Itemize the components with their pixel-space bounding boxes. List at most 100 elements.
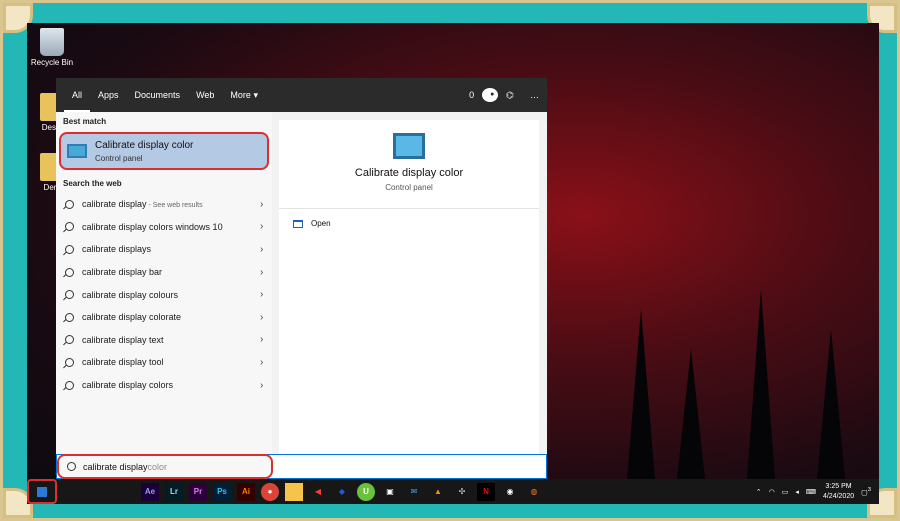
vlc-icon[interactable]: ▲ bbox=[429, 483, 447, 501]
web-result-text: calibrate displays bbox=[82, 244, 152, 255]
blender-icon[interactable]: ◍ bbox=[525, 483, 543, 501]
decorative-frame: Recycle Bin Deskt Dem All Apps Documents… bbox=[0, 0, 900, 521]
store-icon[interactable]: ▣ bbox=[381, 483, 399, 501]
search-box[interactable]: calibrate display color bbox=[56, 454, 547, 479]
best-match-result[interactable]: Calibrate display color Control panel bbox=[59, 132, 269, 170]
chevron-right-icon[interactable]: › bbox=[260, 357, 272, 368]
illustrator-icon[interactable]: Ai bbox=[237, 482, 255, 501]
chat-icon[interactable]: ◉ bbox=[501, 483, 519, 501]
chevron-right-icon[interactable]: › bbox=[260, 334, 272, 345]
search-input[interactable]: calibrate display color bbox=[57, 454, 273, 479]
web-result-item[interactable]: calibrate display colors › bbox=[56, 374, 272, 397]
web-result-item[interactable]: calibrate display bar › bbox=[56, 261, 272, 284]
wallpaper-tree bbox=[627, 309, 655, 479]
web-result-text: calibrate display tool bbox=[82, 357, 164, 368]
wallpaper-tree bbox=[677, 349, 705, 479]
search-icon bbox=[65, 199, 74, 209]
notification-icon[interactable]: ▢3 bbox=[861, 487, 871, 496]
preview-title: Calibrate display color bbox=[354, 167, 464, 179]
best-match-name: Calibrate display color bbox=[95, 139, 194, 151]
more-options-icon[interactable]: … bbox=[522, 90, 547, 100]
recycle-bin-icon-glyph bbox=[40, 28, 64, 56]
tab-documents[interactable]: Documents bbox=[127, 78, 189, 112]
chevron-right-icon[interactable]: › bbox=[260, 312, 272, 323]
feedback-icon[interactable]: ⌬ bbox=[498, 90, 522, 101]
open-icon bbox=[293, 219, 303, 228]
preview-category: Control panel bbox=[385, 183, 433, 192]
rewards-points: 0 bbox=[469, 90, 475, 100]
results-list: Best match Calibrate display color Contr… bbox=[56, 112, 272, 474]
web-result-suffix: - See web results bbox=[146, 202, 203, 210]
web-result-item[interactable]: calibrate display - See web results › bbox=[56, 193, 272, 216]
web-result-item[interactable]: calibrate display tool › bbox=[56, 351, 272, 374]
web-result-item[interactable]: calibrate display text › bbox=[56, 329, 272, 352]
netflix-icon[interactable]: N bbox=[477, 482, 495, 501]
desktop-screen: Recycle Bin Deskt Dem All Apps Documents… bbox=[27, 23, 879, 504]
rewards-badge-icon[interactable]: ● bbox=[482, 88, 499, 102]
chevron-right-icon[interactable]: › bbox=[260, 267, 272, 278]
calibrate-display-large-icon bbox=[393, 133, 425, 159]
best-match-heading: Best match bbox=[63, 117, 107, 126]
taskbar: Ae Lr Pr Ps Ai ● ◀ ◆ U ▣ ✉ ▲ ✣ N ◉ ◍ ⌃ ◠ bbox=[27, 479, 879, 504]
recycle-bin-icon[interactable]: Recycle Bin bbox=[27, 28, 77, 67]
wallpaper-tree bbox=[817, 329, 845, 479]
search-icon bbox=[65, 244, 74, 254]
web-result-item[interactable]: calibrate display colorate › bbox=[56, 306, 272, 329]
search-icon bbox=[65, 312, 74, 322]
recycle-bin-label: Recycle Bin bbox=[30, 58, 74, 67]
after-effects-icon[interactable]: Ae bbox=[141, 482, 159, 501]
photoshop-icon[interactable]: Ps bbox=[213, 482, 231, 501]
chevron-down-icon: ▾ bbox=[253, 90, 258, 100]
web-result-item[interactable]: calibrate display colours › bbox=[56, 283, 272, 306]
mail-icon[interactable]: ✉ bbox=[405, 483, 423, 501]
result-preview-pane: Calibrate display color Control panel Op… bbox=[279, 120, 539, 474]
web-result-text: calibrate display colorate bbox=[82, 312, 182, 323]
open-action[interactable]: Open bbox=[279, 219, 539, 228]
chevron-right-icon[interactable]: › bbox=[260, 289, 272, 300]
web-result-item[interactable]: calibrate display colors windows 10 › bbox=[56, 216, 272, 239]
volume-icon[interactable]: ◂ bbox=[795, 488, 799, 496]
clock[interactable]: 3:25 PM 4/24/2020 bbox=[823, 482, 854, 502]
web-result-text: calibrate display colours bbox=[82, 289, 179, 300]
chevron-right-icon[interactable]: › bbox=[260, 221, 272, 232]
web-result-text: calibrate display text bbox=[82, 334, 164, 345]
app-icon[interactable]: ◀ bbox=[309, 483, 327, 501]
search-icon bbox=[65, 290, 74, 300]
utorrent-icon[interactable]: U bbox=[357, 482, 375, 501]
web-result-text: calibrate display colors windows 10 bbox=[82, 221, 223, 232]
davinci-icon[interactable]: ✣ bbox=[453, 483, 471, 501]
open-action-label: Open bbox=[311, 219, 331, 228]
tab-more[interactable]: More ▾ bbox=[222, 78, 266, 112]
chevron-right-icon[interactable]: › bbox=[260, 380, 272, 391]
chevron-right-icon[interactable]: › bbox=[260, 199, 272, 210]
web-result-item[interactable]: calibrate displays › bbox=[56, 238, 272, 261]
lightroom-icon[interactable]: Lr bbox=[165, 482, 183, 501]
keyboard-icon[interactable]: ⌨ bbox=[806, 488, 816, 496]
tab-all[interactable]: All bbox=[64, 78, 91, 112]
start-button[interactable] bbox=[27, 479, 57, 504]
web-results-heading: Search the web bbox=[63, 179, 122, 188]
file-explorer-icon[interactable] bbox=[285, 482, 303, 501]
chrome-icon[interactable]: ● bbox=[261, 482, 279, 501]
taskbar-app-list: Ae Lr Pr Ps Ai ● ◀ ◆ U ▣ ✉ ▲ ✣ N ◉ ◍ bbox=[141, 482, 543, 501]
chevron-right-icon[interactable]: › bbox=[260, 244, 272, 255]
tab-apps[interactable]: Apps bbox=[90, 78, 127, 112]
wifi-icon[interactable]: ◠ bbox=[769, 488, 775, 496]
web-result-text: calibrate display bar bbox=[82, 267, 163, 278]
search-icon bbox=[65, 335, 74, 345]
clock-time: 3:25 PM bbox=[825, 482, 852, 490]
system-tray: ⌃ ◠ ▭ ◂ ⌨ 3:25 PM 4/24/2020 ▢3 bbox=[756, 482, 879, 502]
battery-icon[interactable]: ▭ bbox=[782, 488, 789, 496]
tab-web[interactable]: Web bbox=[188, 78, 222, 112]
windows-logo-icon bbox=[37, 486, 47, 497]
search-autocomplete: color bbox=[147, 461, 168, 472]
premiere-icon[interactable]: Pr bbox=[189, 482, 207, 501]
best-match-category: Control panel bbox=[95, 153, 143, 163]
app-icon[interactable]: ◆ bbox=[333, 483, 351, 501]
web-result-text: calibrate display bbox=[82, 199, 147, 210]
start-search-panel: All Apps Documents Web More ▾ 0 ● ⌬ … Be… bbox=[56, 78, 547, 474]
preview-divider bbox=[279, 208, 539, 209]
search-icon bbox=[65, 357, 74, 367]
search-icon bbox=[67, 462, 76, 471]
chevron-up-icon[interactable]: ⌃ bbox=[756, 488, 762, 496]
